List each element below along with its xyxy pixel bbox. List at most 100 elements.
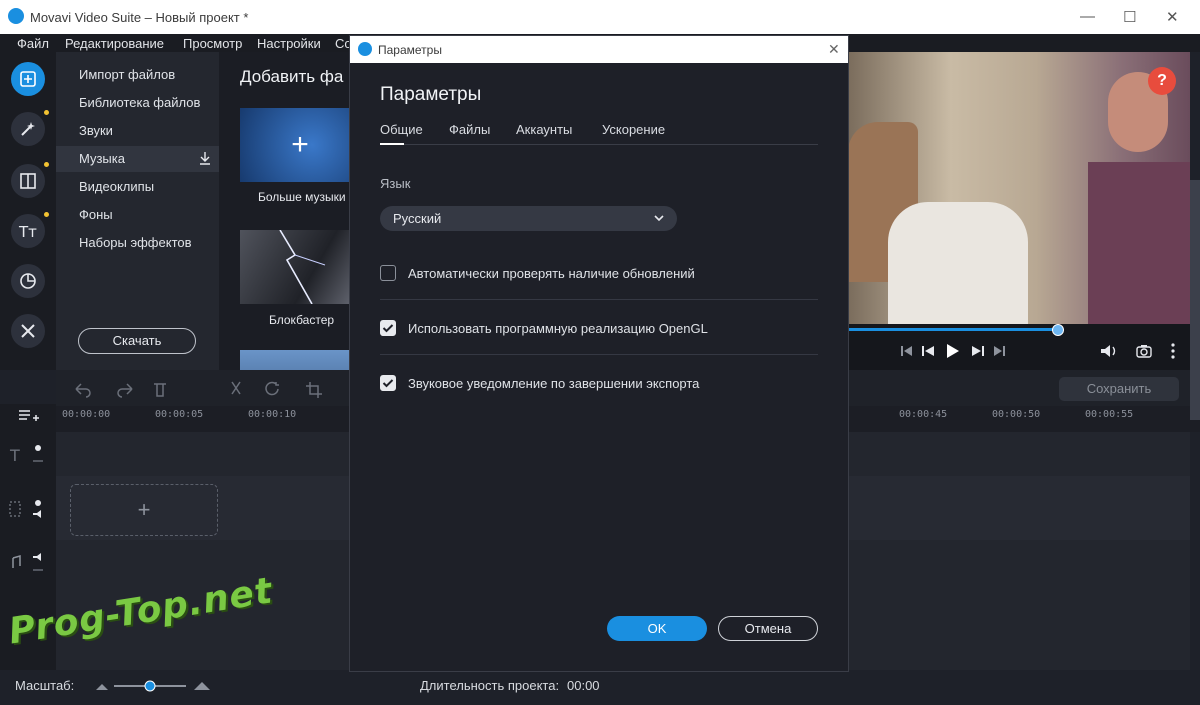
option-divider bbox=[380, 299, 818, 300]
sky-tile[interactable] bbox=[240, 350, 349, 370]
more-music-label: Больше музыки bbox=[258, 190, 346, 204]
option-divider bbox=[380, 354, 818, 355]
prev-frame-icon bbox=[922, 346, 934, 356]
export-sound-checkbox[interactable] bbox=[380, 375, 396, 391]
close-button[interactable]: ✕ bbox=[1166, 8, 1179, 26]
playback-progress bbox=[848, 328, 1058, 331]
help-button[interactable]: ? bbox=[1148, 67, 1176, 95]
ruler-tick: 00:00:05 bbox=[155, 409, 204, 420]
language-select-value: Русский bbox=[393, 211, 442, 226]
ruler-tick: 00:00:55 bbox=[1085, 409, 1134, 420]
zoom-slider[interactable] bbox=[96, 678, 214, 694]
active-tab-indicator bbox=[380, 143, 404, 145]
crop-icon bbox=[306, 382, 322, 398]
menu-settings[interactable]: Настройки bbox=[257, 36, 321, 51]
play-icon bbox=[947, 344, 959, 358]
skip-end-icon bbox=[994, 346, 1005, 356]
project-duration-label: Длительность проекта: bbox=[420, 678, 560, 693]
ok-button[interactable]: OK bbox=[607, 616, 707, 641]
download-arrow-icon bbox=[200, 152, 210, 165]
more-tools-button[interactable] bbox=[11, 314, 45, 348]
language-label: Язык bbox=[380, 176, 411, 191]
add-media-dropzone[interactable]: + bbox=[70, 484, 218, 536]
import-icon bbox=[20, 71, 36, 87]
chevron-down-icon bbox=[654, 215, 664, 222]
snapshot-camera-icon[interactable] bbox=[1136, 344, 1152, 358]
save-button[interactable]: Сохранить bbox=[1059, 377, 1179, 401]
volume-icon[interactable] bbox=[1100, 344, 1118, 358]
audio-track-controls bbox=[12, 553, 43, 571]
video-preview bbox=[848, 52, 1190, 324]
blockbuster-label: Блокбастер bbox=[269, 313, 335, 327]
download-button[interactable]: Скачать bbox=[78, 328, 196, 354]
add-track-icon[interactable] bbox=[18, 409, 40, 423]
delete-icon bbox=[154, 383, 166, 397]
library-item-file-library[interactable]: Библиотека файлов bbox=[79, 95, 200, 110]
library-item-effect-packs[interactable]: Наборы эффектов bbox=[79, 235, 192, 250]
ruler-tick: 00:00:45 bbox=[899, 409, 948, 420]
content-title: Добавить фа bbox=[240, 67, 344, 86]
dialog-heading: Параметры bbox=[380, 84, 482, 105]
movavi-logo-icon bbox=[358, 42, 372, 56]
tab-accounts[interactable]: Аккаунты bbox=[516, 122, 572, 137]
ruler-tick: 00:00:00 bbox=[62, 409, 111, 420]
tab-files[interactable]: Файлы bbox=[449, 122, 490, 137]
library-item-videoclips[interactable]: Видеоклипы bbox=[79, 179, 154, 194]
stickers-icon bbox=[20, 273, 36, 289]
zoom-out-icon bbox=[96, 684, 108, 690]
maximize-button[interactable]: ☐ bbox=[1123, 8, 1136, 26]
blockbuster-tile[interactable] bbox=[240, 229, 349, 305]
titles-icon: Tт bbox=[18, 223, 37, 240]
tools-icon bbox=[21, 324, 35, 338]
tab-general[interactable]: Общие bbox=[380, 122, 423, 137]
library-item-sounds[interactable]: Звуки bbox=[79, 123, 113, 138]
library-item-music[interactable]: Музыка bbox=[79, 151, 125, 166]
software-opengl-checkbox[interactable] bbox=[380, 320, 396, 336]
more-options-icon[interactable] bbox=[1170, 343, 1176, 359]
status-bar: Масштаб: Длительность проекта: 00:00 bbox=[0, 670, 1200, 705]
library-panel: Импорт файлов Библиотека файлов Звуки Му… bbox=[56, 52, 219, 370]
stickers-button[interactable] bbox=[11, 264, 45, 298]
more-music-tile[interactable]: + bbox=[240, 108, 349, 182]
library-item-backgrounds[interactable]: Фоны bbox=[79, 207, 113, 222]
window-title: Movavi Video Suite – Новый проект * bbox=[30, 10, 249, 25]
text-track-controls: T bbox=[9, 445, 43, 465]
rotate-icon bbox=[265, 381, 279, 396]
ruler-tick: 00:00:10 bbox=[248, 409, 297, 420]
edit-tools bbox=[75, 381, 322, 398]
video-track-controls bbox=[9, 500, 41, 518]
preview-figure-shirt bbox=[888, 202, 1028, 324]
scale-label: Масштаб: bbox=[15, 678, 75, 693]
checkmark-icon bbox=[382, 379, 394, 388]
cancel-button[interactable]: Отмена bbox=[718, 616, 818, 641]
titles-button[interactable]: Tт bbox=[11, 214, 45, 248]
menu-view[interactable]: Просмотр bbox=[183, 36, 242, 51]
transitions-button[interactable] bbox=[11, 164, 45, 198]
filters-button[interactable] bbox=[11, 112, 45, 146]
settings-dialog: Параметры ✕ Параметры Общие Файлы Аккаун… bbox=[349, 35, 849, 672]
playback-controls bbox=[901, 344, 1005, 358]
svg-text:T: T bbox=[9, 446, 20, 465]
project-duration-value: 00:00 bbox=[567, 678, 600, 693]
tab-acceleration[interactable]: Ускорение bbox=[602, 122, 665, 137]
app-titlebar: Movavi Video Suite – Новый проект * — ☐ … bbox=[0, 0, 1200, 34]
auto-update-label: Автоматически проверять наличие обновлен… bbox=[408, 266, 695, 281]
zoom-in-icon bbox=[194, 682, 210, 690]
import-button[interactable] bbox=[11, 62, 45, 96]
dialog-close-button[interactable]: ✕ bbox=[828, 41, 840, 58]
minimize-button[interactable]: — bbox=[1080, 8, 1095, 25]
transitions-icon bbox=[20, 173, 36, 189]
vertical-scrollbar[interactable] bbox=[1190, 180, 1200, 420]
menu-edit[interactable]: Редактирование bbox=[65, 36, 164, 51]
playback-handle[interactable] bbox=[1052, 324, 1064, 336]
library-item-import[interactable]: Импорт файлов bbox=[79, 67, 175, 82]
menu-file[interactable]: Файл bbox=[17, 36, 49, 51]
auto-update-checkbox[interactable] bbox=[380, 265, 396, 281]
preview-figure-right-body bbox=[1088, 162, 1190, 324]
checkmark-icon bbox=[382, 324, 394, 333]
language-select[interactable]: Русский bbox=[380, 206, 677, 231]
magic-wand-icon bbox=[21, 122, 35, 136]
tool-sidebar: Tт bbox=[0, 52, 56, 370]
player-panel: ? bbox=[848, 52, 1190, 370]
software-opengl-label: Использовать программную реализацию Open… bbox=[408, 321, 708, 336]
